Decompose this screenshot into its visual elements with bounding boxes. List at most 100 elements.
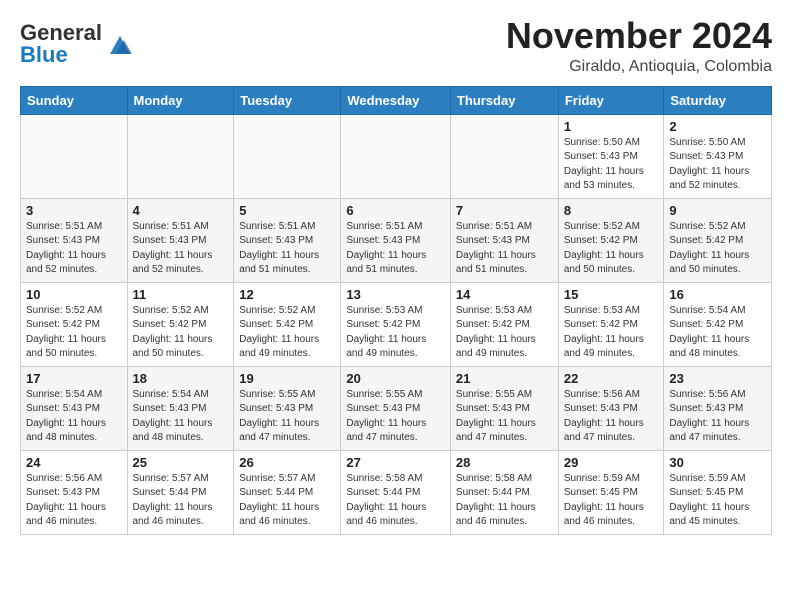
day-info: Sunrise: 5:59 AMSunset: 5:45 PMDaylight:… <box>669 472 766 530</box>
title-block: November 2024 Giraldo, Antioquia, Colomb… <box>506 16 772 76</box>
day-info: Sunrise: 5:52 AMSunset: 5:42 PMDaylight:… <box>133 304 229 362</box>
day-info: Sunrise: 5:53 AMSunset: 5:42 PMDaylight:… <box>564 304 659 362</box>
calendar-cell: 16 Sunrise: 5:54 AMSunset: 5:42 PMDayligh… <box>664 282 772 366</box>
weekday-header-wednesday: Wednesday <box>341 86 451 114</box>
day-number: 24 <box>26 455 122 470</box>
day-number: 14 <box>456 287 553 302</box>
day-number: 16 <box>669 287 766 302</box>
calendar-cell: 20 Sunrise: 5:55 AMSunset: 5:43 PMDayligh… <box>341 366 451 450</box>
day-number: 28 <box>456 455 553 470</box>
calendar-cell: 3 Sunrise: 5:51 AMSunset: 5:43 PMDaylight… <box>21 198 128 282</box>
logo-icon <box>106 30 134 58</box>
weekday-header-monday: Monday <box>127 86 234 114</box>
day-info: Sunrise: 5:52 AMSunset: 5:42 PMDaylight:… <box>239 304 335 362</box>
calendar-cell: 19 Sunrise: 5:55 AMSunset: 5:43 PMDayligh… <box>234 366 341 450</box>
day-number: 15 <box>564 287 659 302</box>
page: GeneralBlue November 2024 Giraldo, Antio… <box>0 0 792 551</box>
day-info: Sunrise: 5:51 AMSunset: 5:43 PMDaylight:… <box>26 220 122 278</box>
day-number: 26 <box>239 455 335 470</box>
calendar-header: SundayMondayTuesdayWednesdayThursdayFrid… <box>21 86 772 114</box>
day-info: Sunrise: 5:52 AMSunset: 5:42 PMDaylight:… <box>564 220 659 278</box>
day-number: 27 <box>346 455 445 470</box>
day-number: 21 <box>456 371 553 386</box>
day-number: 12 <box>239 287 335 302</box>
logo-blue: Blue <box>20 44 102 66</box>
day-number: 18 <box>133 371 229 386</box>
calendar-cell: 6 Sunrise: 5:51 AMSunset: 5:43 PMDaylight… <box>341 198 451 282</box>
calendar-cell: 27 Sunrise: 5:58 AMSunset: 5:44 PMDayligh… <box>341 450 451 534</box>
day-number: 9 <box>669 203 766 218</box>
calendar-cell: 11 Sunrise: 5:52 AMSunset: 5:42 PMDayligh… <box>127 282 234 366</box>
day-number: 5 <box>239 203 335 218</box>
calendar-cell: 8Sunrise: 5:52 AMSunset: 5:42 PMDaylight… <box>558 198 664 282</box>
day-info: Sunrise: 5:51 AMSunset: 5:43 PMDaylight:… <box>133 220 229 278</box>
logo-general: General <box>20 22 102 44</box>
day-info: Sunrise: 5:56 AMSunset: 5:43 PMDaylight:… <box>26 472 122 530</box>
day-number: 13 <box>346 287 445 302</box>
day-number: 20 <box>346 371 445 386</box>
day-number: 30 <box>669 455 766 470</box>
calendar-cell: 28 Sunrise: 5:58 AMSunset: 5:44 PMDayligh… <box>450 450 558 534</box>
day-info: Sunrise: 5:53 AMSunset: 5:42 PMDaylight:… <box>456 304 553 362</box>
calendar-cell <box>450 114 558 198</box>
calendar-cell: 1Sunrise: 5:50 AMSunset: 5:43 PMDaylight… <box>558 114 664 198</box>
weekday-header-sunday: Sunday <box>21 86 128 114</box>
month-title: November 2024 <box>506 16 772 56</box>
day-info: Sunrise: 5:55 AMSunset: 5:43 PMDaylight:… <box>239 388 335 446</box>
calendar-cell: 21Sunrise: 5:55 AMSunset: 5:43 PMDayligh… <box>450 366 558 450</box>
day-info: Sunrise: 5:58 AMSunset: 5:44 PMDaylight:… <box>346 472 445 530</box>
weekday-header-friday: Friday <box>558 86 664 114</box>
calendar-cell: 14 Sunrise: 5:53 AMSunset: 5:42 PMDayligh… <box>450 282 558 366</box>
day-info: Sunrise: 5:59 AMSunset: 5:45 PMDaylight:… <box>564 472 659 530</box>
day-number: 19 <box>239 371 335 386</box>
day-number: 2 <box>669 119 766 134</box>
day-info: Sunrise: 5:51 AMSunset: 5:43 PMDaylight:… <box>346 220 445 278</box>
day-info: Sunrise: 5:56 AMSunset: 5:43 PMDaylight:… <box>669 388 766 446</box>
day-number: 7 <box>456 203 553 218</box>
day-info: Sunrise: 5:57 AMSunset: 5:44 PMDaylight:… <box>133 472 229 530</box>
day-info: Sunrise: 5:54 AMSunset: 5:42 PMDaylight:… <box>669 304 766 362</box>
calendar: SundayMondayTuesdayWednesdayThursdayFrid… <box>20 86 772 535</box>
calendar-week-2: 3 Sunrise: 5:51 AMSunset: 5:43 PMDaylight… <box>21 198 772 282</box>
day-info: Sunrise: 5:54 AMSunset: 5:43 PMDaylight:… <box>133 388 229 446</box>
day-number: 3 <box>26 203 122 218</box>
day-number: 22 <box>564 371 659 386</box>
weekday-row: SundayMondayTuesdayWednesdayThursdayFrid… <box>21 86 772 114</box>
day-info: Sunrise: 5:53 AMSunset: 5:42 PMDaylight:… <box>346 304 445 362</box>
calendar-cell <box>21 114 128 198</box>
calendar-week-1: 1Sunrise: 5:50 AMSunset: 5:43 PMDaylight… <box>21 114 772 198</box>
calendar-cell: 13 Sunrise: 5:53 AMSunset: 5:42 PMDayligh… <box>341 282 451 366</box>
location: Giraldo, Antioquia, Colombia <box>506 58 772 76</box>
day-number: 4 <box>133 203 229 218</box>
day-info: Sunrise: 5:50 AMSunset: 5:43 PMDaylight:… <box>669 136 766 194</box>
weekday-header-thursday: Thursday <box>450 86 558 114</box>
weekday-header-saturday: Saturday <box>664 86 772 114</box>
day-info: Sunrise: 5:52 AMSunset: 5:42 PMDaylight:… <box>669 220 766 278</box>
day-number: 11 <box>133 287 229 302</box>
calendar-cell: 29 Sunrise: 5:59 AMSunset: 5:45 PMDayligh… <box>558 450 664 534</box>
calendar-cell: 30 Sunrise: 5:59 AMSunset: 5:45 PMDayligh… <box>664 450 772 534</box>
calendar-body: 1Sunrise: 5:50 AMSunset: 5:43 PMDaylight… <box>21 114 772 534</box>
day-info: Sunrise: 5:57 AMSunset: 5:44 PMDaylight:… <box>239 472 335 530</box>
calendar-cell: 5 Sunrise: 5:51 AMSunset: 5:43 PMDaylight… <box>234 198 341 282</box>
calendar-cell: 4 Sunrise: 5:51 AMSunset: 5:43 PMDaylight… <box>127 198 234 282</box>
day-info: Sunrise: 5:58 AMSunset: 5:44 PMDaylight:… <box>456 472 553 530</box>
day-info: Sunrise: 5:54 AMSunset: 5:43 PMDaylight:… <box>26 388 122 446</box>
calendar-cell <box>127 114 234 198</box>
calendar-cell: 18 Sunrise: 5:54 AMSunset: 5:43 PMDayligh… <box>127 366 234 450</box>
calendar-cell: 25Sunrise: 5:57 AMSunset: 5:44 PMDayligh… <box>127 450 234 534</box>
calendar-cell: 15 Sunrise: 5:53 AMSunset: 5:42 PMDayligh… <box>558 282 664 366</box>
day-info: Sunrise: 5:55 AMSunset: 5:43 PMDaylight:… <box>346 388 445 446</box>
calendar-cell <box>341 114 451 198</box>
calendar-cell: 12 Sunrise: 5:52 AMSunset: 5:42 PMDayligh… <box>234 282 341 366</box>
day-info: Sunrise: 5:50 AMSunset: 5:43 PMDaylight:… <box>564 136 659 194</box>
day-number: 6 <box>346 203 445 218</box>
calendar-cell: 22Sunrise: 5:56 AMSunset: 5:43 PMDayligh… <box>558 366 664 450</box>
day-info: Sunrise: 5:51 AMSunset: 5:43 PMDaylight:… <box>456 220 553 278</box>
calendar-cell: 7 Sunrise: 5:51 AMSunset: 5:43 PMDaylight… <box>450 198 558 282</box>
calendar-cell: 26 Sunrise: 5:57 AMSunset: 5:44 PMDayligh… <box>234 450 341 534</box>
logo: GeneralBlue <box>20 22 134 66</box>
day-info: Sunrise: 5:51 AMSunset: 5:43 PMDaylight:… <box>239 220 335 278</box>
day-number: 29 <box>564 455 659 470</box>
calendar-week-4: 17Sunrise: 5:54 AMSunset: 5:43 PMDayligh… <box>21 366 772 450</box>
